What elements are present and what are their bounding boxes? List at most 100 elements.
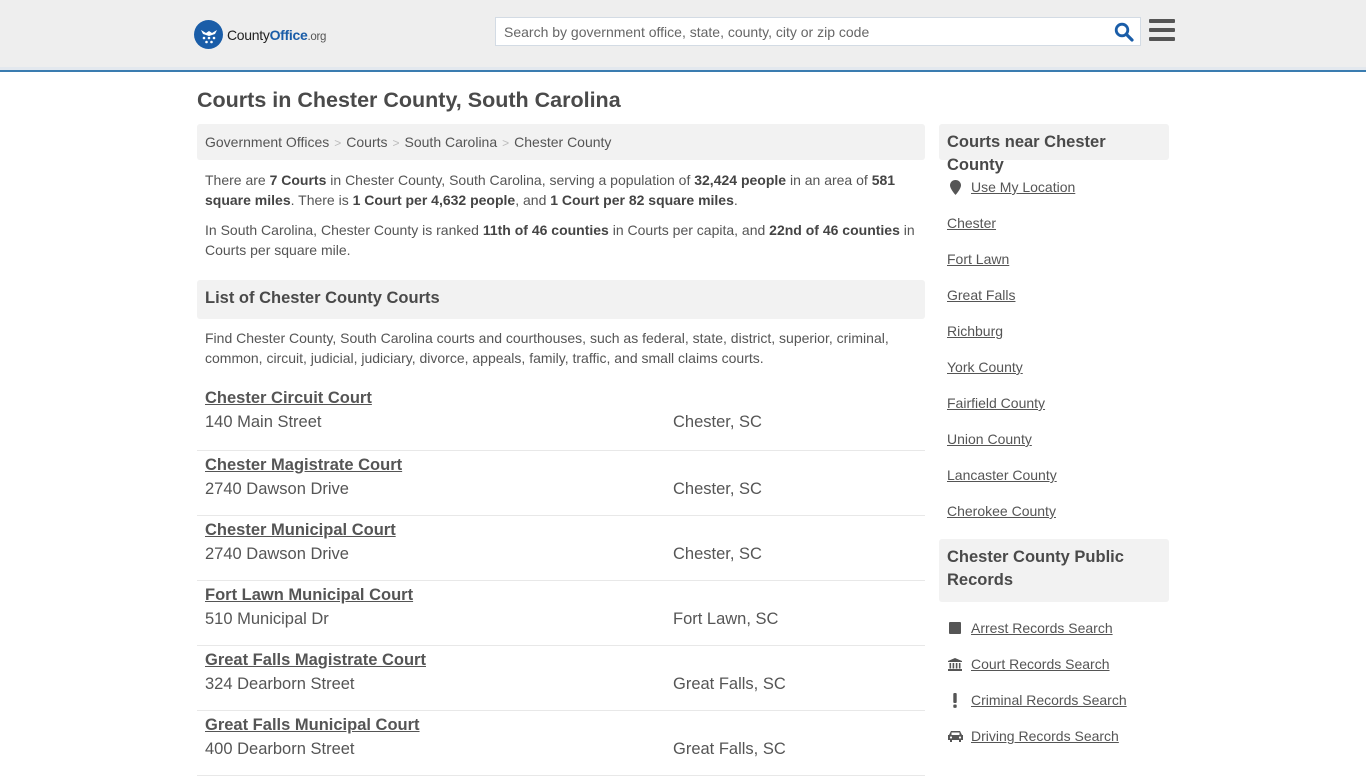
rank-per-area: 22nd of 46 counties	[769, 222, 900, 238]
summary-text: , and	[515, 192, 551, 208]
nearby-courts-heading: Courts near Chester County	[939, 124, 1169, 174]
hamburger-menu-icon[interactable]	[1149, 19, 1175, 41]
courts-per-capita: 1 Court per 4,632 people	[352, 192, 516, 208]
site-header: CountyOffice.org	[0, 0, 1366, 72]
court-list-description: Find Chester County, South Carolina cour…	[205, 330, 889, 366]
summary-text: in an area of	[786, 172, 872, 188]
records-link-item: Arrest Records Search	[947, 610, 1161, 646]
court-city: Chester, SC	[673, 480, 762, 498]
nearby-link-item: Lancaster County	[947, 457, 1161, 493]
nearby-link-york-county[interactable]: York County	[947, 359, 1023, 375]
population: 32,424 people	[694, 172, 787, 188]
court-list-item: Fort Lawn Municipal Court 510 Municipal …	[197, 581, 925, 646]
court-list-heading: List of Chester County Courts	[197, 280, 925, 319]
criminal-records-link[interactable]: Criminal Records Search	[971, 692, 1127, 708]
summary-text: .	[733, 192, 738, 208]
court-address: 2740 Dawson Drive	[205, 480, 349, 498]
ranking-paragraph: In South Carolina, Chester County is ran…	[197, 220, 925, 260]
summary-text: . There is	[290, 192, 353, 208]
court-name-link[interactable]: Chester Magistrate Court	[205, 456, 402, 475]
breadcrumb-separator: >	[392, 136, 400, 150]
courts-per-area: 1 Court per 82 square miles	[550, 192, 734, 208]
breadcrumb-government-offices[interactable]: Government Offices	[205, 134, 329, 150]
nearby-link-item: Union County	[947, 421, 1161, 457]
breadcrumb: Government Offices > Courts > South Carolina…	[197, 124, 925, 160]
records-link-item: Criminal Records Search	[947, 682, 1161, 718]
search-input[interactable]	[496, 18, 1106, 45]
court-city: Great Falls, SC	[673, 740, 786, 758]
use-my-location-link[interactable]: Use My Location	[971, 179, 1075, 195]
court-city: Chester, SC	[673, 545, 762, 563]
nearby-courts-list: Use My Location Chester Fort Lawn Great …	[939, 169, 1169, 529]
ranking-text: in Courts per capita, and	[608, 222, 770, 238]
court-name-link[interactable]: Great Falls Municipal Court	[205, 716, 420, 735]
breadcrumb-courts[interactable]: Courts	[346, 134, 387, 150]
court-list-item: Great Falls Magistrate Court 324 Dearbor…	[197, 646, 925, 711]
ranking-text: In South Carolina, Chester County is ran…	[205, 222, 483, 238]
court-name-link[interactable]: Chester Municipal Court	[205, 521, 396, 540]
court-address: 510 Municipal Dr	[205, 610, 329, 628]
court-address: 400 Dearborn Street	[205, 740, 355, 758]
summary-paragraph: There are 7 Courts in Chester County, So…	[197, 170, 925, 210]
breadcrumb-chester-county: Chester County	[514, 134, 612, 150]
court-list-item: Chester Circuit Court 140 Main Street Ch…	[197, 386, 925, 451]
breadcrumb-separator: >	[502, 136, 510, 150]
nearby-link-fairfield-county[interactable]: Fairfield County	[947, 395, 1045, 411]
exclamation-icon	[947, 692, 963, 708]
court-address: 324 Dearborn Street	[205, 675, 355, 693]
page-title: Courts in Chester County, South Carolina	[197, 88, 621, 112]
court-list-item: Great Falls Municipal Court 400 Dearborn…	[197, 711, 925, 776]
nearby-link-chester[interactable]: Chester	[947, 215, 996, 231]
nearby-link-cherokee-county[interactable]: Cherokee County	[947, 503, 1056, 519]
summary-text: There are	[205, 172, 270, 188]
search-box	[495, 17, 1141, 46]
nearby-link-item: Chester	[947, 205, 1161, 241]
records-link-item: Driving Records Search	[947, 718, 1161, 754]
court-city: Great Falls, SC	[673, 675, 786, 693]
nearby-link-item: Cherokee County	[947, 493, 1161, 529]
nearby-link-fort-lawn[interactable]: Fort Lawn	[947, 251, 1009, 267]
site-logo[interactable]: CountyOffice.org	[194, 20, 326, 49]
court-address: 2740 Dawson Drive	[205, 545, 349, 563]
nearby-link-item: Fort Lawn	[947, 241, 1161, 277]
court-name-link[interactable]: Great Falls Magistrate Court	[205, 651, 426, 670]
map-marker-icon	[947, 179, 963, 195]
rank-per-capita: 11th of 46 counties	[482, 222, 609, 238]
court-list: Chester Circuit Court 140 Main Street Ch…	[197, 386, 925, 776]
nearby-link-item: Great Falls	[947, 277, 1161, 313]
public-records-list: Arrest Records Search Court Records Sear…	[939, 610, 1169, 754]
nearby-link-richburg[interactable]: Richburg	[947, 323, 1003, 339]
breadcrumb-separator: >	[334, 136, 342, 150]
logo-text-county: County	[227, 26, 270, 43]
logo-text-org: .org	[307, 30, 327, 43]
breadcrumb-south-carolina[interactable]: South Carolina	[405, 134, 498, 150]
nearby-link-item: Fairfield County	[947, 385, 1161, 421]
search-icon[interactable]	[1114, 22, 1134, 42]
nearby-link-item: York County	[947, 349, 1161, 385]
court-list-item: Chester Magistrate Court 2740 Dawson Dri…	[197, 451, 925, 516]
car-icon	[947, 730, 963, 742]
nearby-link-lancaster-county[interactable]: Lancaster County	[947, 467, 1057, 483]
court-name-link[interactable]: Chester Circuit Court	[205, 389, 372, 408]
court-address: 140 Main Street	[205, 413, 322, 431]
menu-bar	[1149, 28, 1175, 32]
records-link-item: Court Records Search	[947, 646, 1161, 682]
eagle-stars-icon	[194, 20, 223, 49]
nearby-link-great-falls[interactable]: Great Falls	[947, 287, 1015, 303]
logo-text: CountyOffice.org	[227, 27, 326, 43]
arrest-records-link[interactable]: Arrest Records Search	[971, 620, 1113, 636]
court-count: 7 Courts	[269, 172, 327, 188]
driving-records-link[interactable]: Driving Records Search	[971, 728, 1119, 744]
court-records-link[interactable]: Court Records Search	[971, 656, 1110, 672]
public-records-heading: Chester County Public Records	[939, 539, 1169, 602]
menu-bar	[1149, 37, 1175, 41]
menu-bar	[1149, 19, 1175, 23]
nearby-link-item: Richburg	[947, 313, 1161, 349]
court-name-link[interactable]: Fort Lawn Municipal Court	[205, 586, 413, 605]
courthouse-icon	[947, 657, 963, 671]
court-city: Chester, SC	[673, 413, 762, 431]
court-city: Fort Lawn, SC	[673, 610, 779, 628]
square-icon	[947, 622, 963, 634]
nearby-link-union-county[interactable]: Union County	[947, 431, 1032, 447]
court-list-item: Chester Municipal Court 2740 Dawson Driv…	[197, 516, 925, 581]
